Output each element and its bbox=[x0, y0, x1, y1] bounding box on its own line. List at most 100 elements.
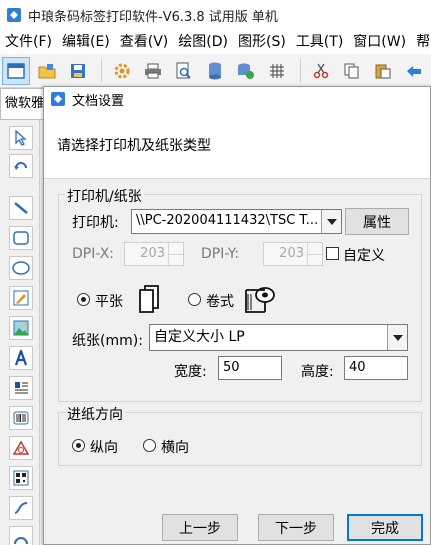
barcode-tool-button[interactable] bbox=[9, 406, 33, 430]
draw-tool-button[interactable] bbox=[9, 286, 33, 310]
dpi-y-label: DPI-Y: bbox=[201, 246, 240, 262]
image-icon bbox=[13, 320, 29, 336]
menu-tools[interactable]: 工具(T) bbox=[291, 30, 348, 54]
curve-tool-button[interactable] bbox=[9, 496, 33, 520]
portrait-radio[interactable] bbox=[72, 439, 85, 452]
rich-text-tool-button[interactable] bbox=[9, 376, 33, 400]
app-title: 中琅条码标签打印软件-V6.3.8 试用版 单机 bbox=[28, 9, 278, 25]
height-label: 高度: bbox=[301, 364, 334, 380]
paper-roll-icon bbox=[245, 287, 275, 313]
previous-step-button[interactable]: 上一步 bbox=[162, 514, 238, 541]
printer-select[interactable]: \\PC-202004111432\TSC T... bbox=[131, 209, 342, 234]
dpi-y-value: 203 bbox=[279, 246, 304, 261]
printer-icon bbox=[145, 63, 161, 78]
menu-view[interactable]: 查看(V) bbox=[115, 30, 174, 54]
paper-size-select[interactable]: 自定义大小 LP bbox=[149, 324, 408, 351]
dpi-y-spin-arrows[interactable] bbox=[307, 243, 322, 265]
roll-paper-label[interactable]: 卷式 bbox=[206, 291, 234, 311]
database-settings-button[interactable] bbox=[232, 57, 260, 85]
menu-window[interactable]: 窗口(W) bbox=[348, 30, 411, 54]
roll-paper-radio[interactable] bbox=[188, 293, 201, 306]
menu-shape[interactable]: 图形(S) bbox=[233, 30, 291, 54]
paper-size-value: 自定义大小 LP bbox=[154, 329, 245, 345]
dpi-x-label: DPI-X: bbox=[72, 246, 115, 262]
printer-properties-button[interactable]: 属性 bbox=[345, 208, 409, 235]
printer-paper-group-label: 打印机/纸张 bbox=[65, 186, 144, 206]
dpi-x-spin-arrows[interactable] bbox=[168, 243, 183, 265]
triangle-circle-icon bbox=[13, 440, 29, 455]
menu-bar: 文件(F) 编辑(E) 查看(V) 绘图(D) 图形(S) 工具(T) 窗口(W… bbox=[0, 30, 431, 54]
menu-draw[interactable]: 绘图(D) bbox=[173, 30, 233, 54]
portrait-label[interactable]: 纵向 bbox=[90, 437, 118, 457]
copy-button[interactable] bbox=[338, 57, 366, 85]
custom-dpi-checkbox[interactable] bbox=[326, 247, 339, 260]
chevron-down-icon[interactable] bbox=[387, 325, 407, 350]
cut-button[interactable] bbox=[307, 57, 335, 85]
sheet-paper-radio[interactable] bbox=[77, 293, 90, 306]
dpi-x-value: 203 bbox=[140, 246, 165, 261]
undo-arrow-icon bbox=[407, 65, 421, 77]
next-step-button[interactable]: 下一步 bbox=[258, 514, 334, 541]
select-tool-button[interactable] bbox=[9, 126, 33, 150]
dpi-x-spinner[interactable]: 203 bbox=[124, 242, 184, 266]
finish-button[interactable]: 完成 bbox=[347, 514, 423, 541]
sheet-paper-label[interactable]: 平张 bbox=[95, 291, 123, 311]
rectangle-icon bbox=[13, 231, 29, 245]
menu-help[interactable]: 帮 bbox=[411, 30, 431, 54]
menu-edit[interactable]: 编辑(E) bbox=[57, 30, 115, 54]
text-a-icon bbox=[14, 350, 28, 366]
new-document-button[interactable] bbox=[2, 56, 30, 85]
line-tool-button[interactable] bbox=[9, 196, 33, 220]
rotate-tool-button[interactable] bbox=[9, 154, 33, 178]
qr-code-icon bbox=[13, 470, 29, 486]
print-preview-button[interactable] bbox=[170, 57, 198, 85]
chevron-down-icon[interactable] bbox=[321, 210, 341, 233]
print-button[interactable] bbox=[139, 57, 167, 85]
image-tool-button[interactable] bbox=[9, 316, 33, 340]
paste-button[interactable] bbox=[369, 57, 397, 85]
rotate-icon bbox=[14, 162, 27, 170]
gear-icon bbox=[114, 63, 130, 78]
paragraph-text-icon bbox=[15, 382, 28, 394]
database-icon bbox=[209, 62, 221, 79]
text-tool-button[interactable] bbox=[9, 346, 33, 370]
curve-icon bbox=[14, 502, 28, 514]
database-gear-icon bbox=[238, 63, 254, 79]
dialog-title-bar: 文档设置 bbox=[44, 87, 430, 111]
landscape-label[interactable]: 横向 bbox=[161, 437, 189, 457]
paste-icon bbox=[375, 64, 391, 78]
dialog-title: 文档设置 bbox=[72, 93, 125, 109]
custom-dpi-label[interactable]: 自定义 bbox=[343, 245, 385, 265]
shape-tool-button[interactable] bbox=[9, 436, 33, 460]
grid-button[interactable] bbox=[263, 57, 291, 85]
menu-file[interactable]: 文件(F) bbox=[0, 30, 57, 54]
landscape-radio[interactable] bbox=[143, 439, 156, 452]
paper-size-label: 纸张(mm): bbox=[72, 333, 143, 349]
pen-drawing-icon bbox=[13, 290, 29, 306]
main-toolbar bbox=[0, 54, 431, 88]
save-disk-icon bbox=[71, 63, 85, 78]
dialog-logo-icon bbox=[51, 92, 65, 106]
qrcode-tool-button[interactable] bbox=[9, 466, 33, 490]
dpi-y-spinner[interactable]: 203 bbox=[263, 242, 323, 266]
undo-button[interactable] bbox=[400, 57, 428, 85]
width-label: 宽度: bbox=[174, 364, 207, 380]
app-logo-icon bbox=[7, 8, 21, 22]
print-preview-icon bbox=[176, 62, 191, 79]
database-button[interactable] bbox=[201, 57, 229, 85]
arc-tool-button[interactable] bbox=[9, 526, 33, 545]
left-tool-palette bbox=[0, 120, 40, 545]
settings-button[interactable] bbox=[108, 57, 136, 85]
rectangle-tool-button[interactable] bbox=[9, 226, 33, 250]
save-button[interactable] bbox=[64, 57, 92, 85]
ellipse-tool-button[interactable] bbox=[9, 256, 33, 280]
window-icon bbox=[7, 62, 25, 79]
dialog-prompt: 请选择打印机及纸张类型 bbox=[57, 138, 211, 154]
dialog-header: 请选择打印机及纸张类型 bbox=[44, 111, 430, 179]
pointer-arrow-icon bbox=[15, 130, 27, 146]
open-button[interactable] bbox=[33, 57, 61, 85]
arc-icon bbox=[14, 537, 28, 545]
barcode-icon bbox=[13, 411, 29, 425]
height-input[interactable]: 40 bbox=[344, 356, 408, 380]
width-input[interactable]: 50 bbox=[218, 356, 282, 380]
